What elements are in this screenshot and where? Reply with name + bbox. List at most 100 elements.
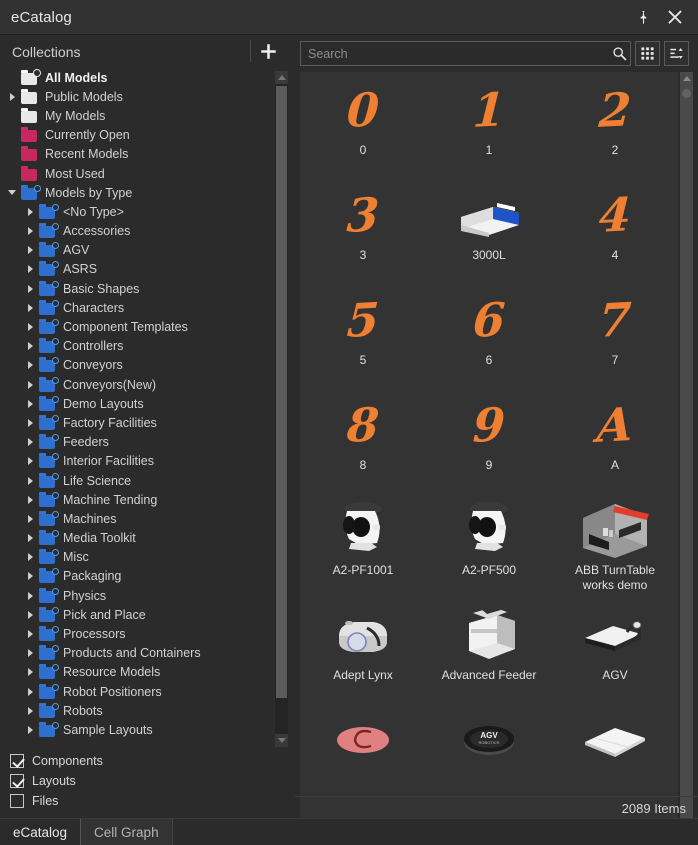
chevron-right-icon[interactable]: [22, 357, 38, 373]
tree-item[interactable]: Pick and Place: [0, 605, 272, 624]
chevron-right-icon[interactable]: [22, 645, 38, 661]
tree-item[interactable]: Products and Containers: [0, 644, 272, 663]
search-icon[interactable]: [608, 46, 630, 61]
catalog-scroll-up-button[interactable]: [680, 72, 693, 85]
catalog-item[interactable]: Adept Lynx: [300, 597, 426, 702]
tree-item[interactable]: Recent Models: [0, 145, 272, 164]
add-collection-button[interactable]: [254, 37, 282, 65]
grid-view-button[interactable]: [635, 41, 660, 66]
chevron-right-icon[interactable]: [22, 664, 38, 680]
catalog-scrollbar[interactable]: [680, 72, 693, 828]
tree-item[interactable]: ASRS: [0, 260, 272, 279]
tree-item[interactable]: Accessories: [0, 222, 272, 241]
chevron-right-icon[interactable]: [22, 722, 38, 738]
tree-item[interactable]: Factory Facilities: [0, 413, 272, 432]
catalog-item[interactable]: AA: [552, 387, 678, 492]
tree-item[interactable]: Controllers: [0, 337, 272, 356]
tree-scrollbar[interactable]: [275, 71, 288, 747]
tree-item[interactable]: Packaging: [0, 567, 272, 586]
tree-item[interactable]: Conveyors(New): [0, 375, 272, 394]
chevron-right-icon[interactable]: [22, 549, 38, 565]
catalog-item[interactable]: Advanced Feeder: [426, 597, 552, 702]
tree-item[interactable]: Models by Type: [0, 183, 272, 202]
chevron-right-icon[interactable]: [22, 473, 38, 489]
checkbox[interactable]: [10, 794, 24, 808]
chevron-right-icon[interactable]: [22, 434, 38, 450]
catalog-item[interactable]: 99: [426, 387, 552, 492]
tree-item[interactable]: Basic Shapes: [0, 279, 272, 298]
tab-cell-graph[interactable]: Cell Graph: [81, 819, 173, 845]
tree-item[interactable]: Interior Facilities: [0, 452, 272, 471]
scrollbar-track[interactable]: [680, 72, 693, 828]
scroll-down-button[interactable]: [275, 734, 288, 747]
chevron-right-icon[interactable]: [22, 568, 38, 584]
tab-ecatalog[interactable]: eCatalog: [0, 819, 82, 845]
catalog-item[interactable]: 55: [300, 282, 426, 387]
chevron-right-icon[interactable]: [22, 511, 38, 527]
tree-item[interactable]: Conveyors: [0, 356, 272, 375]
chevron-right-icon[interactable]: [22, 338, 38, 354]
tree-item[interactable]: All Models: [0, 68, 272, 87]
tree-item[interactable]: Processors: [0, 624, 272, 643]
catalog-item[interactable]: AGV ROBOTICS: [426, 702, 552, 807]
catalog-item[interactable]: 66: [426, 282, 552, 387]
sort-button[interactable]: [664, 41, 689, 66]
chevron-right-icon[interactable]: [22, 530, 38, 546]
search-field-wrapper[interactable]: [300, 41, 631, 66]
catalog-grid-area[interactable]: 00112233 3000L 4 4 5 5 6 6 7 7 8 8 9 9 A A A2-PF1001: [300, 72, 678, 828]
catalog-item[interactable]: A2-PF500: [426, 492, 552, 597]
tree-item[interactable]: Physics: [0, 586, 272, 605]
tree-item[interactable]: Resource Models: [0, 663, 272, 682]
chevron-right-icon[interactable]: [22, 588, 38, 604]
chevron-right-icon[interactable]: [22, 492, 38, 508]
chevron-right-icon[interactable]: [4, 89, 20, 105]
catalog-item[interactable]: 33: [300, 177, 426, 282]
catalog-item[interactable]: ABB TurnTable works demo: [552, 492, 678, 597]
chevron-right-icon[interactable]: [22, 607, 38, 623]
chevron-right-icon[interactable]: [22, 626, 38, 642]
filter-components[interactable]: Components: [10, 751, 103, 771]
chevron-right-icon[interactable]: [22, 319, 38, 335]
close-icon[interactable]: [666, 8, 684, 26]
chevron-right-icon[interactable]: [22, 261, 38, 277]
tree-item[interactable]: My Models: [0, 106, 272, 125]
catalog-item[interactable]: 11: [426, 72, 552, 177]
catalog-item[interactable]: AGV: [552, 597, 678, 702]
catalog-item[interactable]: 77: [552, 282, 678, 387]
chevron-right-icon[interactable]: [22, 377, 38, 393]
tree-item[interactable]: Machines: [0, 509, 272, 528]
catalog-item[interactable]: 88: [300, 387, 426, 492]
tree-item[interactable]: Most Used: [0, 164, 272, 183]
tree-item[interactable]: Misc: [0, 548, 272, 567]
tree-item[interactable]: AGV: [0, 241, 272, 260]
catalog-item[interactable]: 22: [552, 72, 678, 177]
filter-layouts[interactable]: Layouts: [10, 771, 103, 791]
chevron-down-icon[interactable]: [4, 185, 20, 201]
tree-item[interactable]: Demo Layouts: [0, 394, 272, 413]
collections-tree[interactable]: All Models Public Models My Models Currentl…: [0, 68, 272, 748]
checkbox[interactable]: [10, 774, 24, 788]
chevron-right-icon[interactable]: [22, 415, 38, 431]
tree-item[interactable]: Feeders: [0, 433, 272, 452]
catalog-scrollbar-thumb[interactable]: [682, 89, 691, 98]
chevron-right-icon[interactable]: [22, 223, 38, 239]
catalog-item[interactable]: A2-PF1001: [300, 492, 426, 597]
chevron-right-icon[interactable]: [22, 396, 38, 412]
tree-item[interactable]: Characters: [0, 298, 272, 317]
pin-icon[interactable]: [634, 8, 652, 26]
filter-files[interactable]: Files: [10, 791, 103, 811]
tree-item[interactable]: Currently Open: [0, 126, 272, 145]
tree-item[interactable]: Machine Tending: [0, 490, 272, 509]
tree-item[interactable]: <No Type>: [0, 202, 272, 221]
chevron-right-icon[interactable]: [22, 242, 38, 258]
chevron-right-icon[interactable]: [22, 684, 38, 700]
catalog-item[interactable]: 3000L: [426, 177, 552, 282]
catalog-item[interactable]: [552, 702, 678, 807]
catalog-item[interactable]: [300, 702, 426, 807]
scrollbar-thumb[interactable]: [276, 86, 287, 698]
catalog-item[interactable]: 00: [300, 72, 426, 177]
chevron-right-icon[interactable]: [22, 703, 38, 719]
chevron-right-icon[interactable]: [22, 281, 38, 297]
tree-item[interactable]: Robot Positioners: [0, 682, 272, 701]
tree-item[interactable]: Component Templates: [0, 317, 272, 336]
